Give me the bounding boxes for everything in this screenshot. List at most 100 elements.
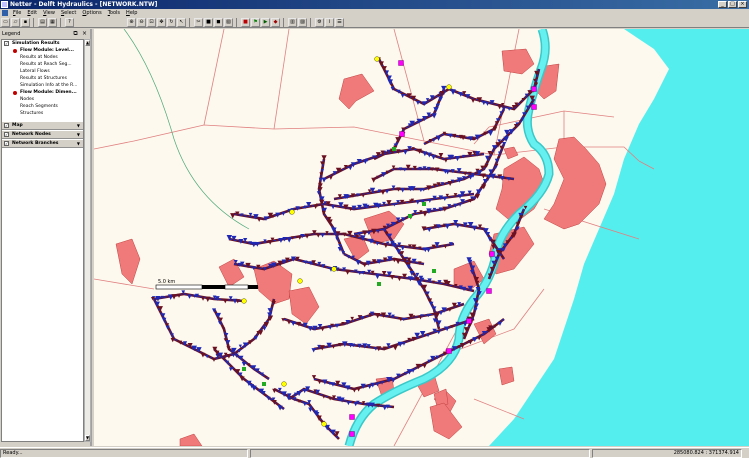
print-icon[interactable]: ▦ [48, 17, 57, 27]
stop-icon[interactable]: ■ [241, 17, 250, 27]
legend-item-label: Results at Nodes [20, 55, 58, 60]
legend-item-label: Simulation Results [12, 41, 60, 46]
menu-file[interactable]: File [10, 10, 24, 16]
legend-item[interactable]: Reach Segments [2, 103, 83, 110]
scale-bar: 5.0 km [155, 279, 258, 290]
boundary-node [446, 84, 452, 90]
menu-help[interactable]: Help [123, 10, 140, 16]
legend-item[interactable]: Flow Module: Level... [2, 47, 83, 54]
legend-item[interactable]: Results at Reach Seg... [2, 61, 83, 68]
network-node-marker [380, 189, 386, 195]
save-icon[interactable]: ▪ [21, 17, 30, 27]
branch-edit-icon[interactable]: ◼ [214, 17, 223, 27]
legend-item[interactable]: Lateral Flows [2, 68, 83, 75]
menu-select[interactable]: Select [58, 10, 79, 16]
legend-item[interactable]: Structures [2, 110, 83, 117]
legend-item[interactable]: Results at Structures [2, 75, 83, 82]
pan-icon[interactable]: ✥ [157, 17, 166, 27]
scroll-down-icon[interactable]: ▼ [85, 435, 90, 441]
toolbar-separator [189, 17, 190, 27]
legend-scrollbar[interactable]: ▲ ▼ [84, 39, 91, 442]
network-node-marker [201, 297, 205, 301]
network-node-marker [345, 270, 350, 275]
legend-item-label: Nodes [20, 97, 35, 102]
network-node-marker [311, 348, 316, 353]
legend-item[interactable]: ✓ Simulation Results [2, 40, 83, 47]
lateral-node [262, 382, 266, 386]
network-node-marker [241, 361, 247, 367]
structure-node [466, 318, 472, 324]
structure-node [446, 348, 452, 354]
menu-tools[interactable]: Tools [105, 10, 123, 16]
network-node-marker [431, 306, 437, 312]
undock-icon[interactable]: ⧉ [72, 30, 79, 38]
menu-view[interactable]: View [40, 10, 58, 16]
legend-item[interactable]: Simulation Info at the R... [2, 82, 83, 89]
copy-icon[interactable]: ▤ [38, 17, 47, 27]
select-tool-icon[interactable]: ▧ [224, 17, 233, 27]
expand-arrow-icon[interactable]: ▼ [77, 132, 80, 137]
legend-item[interactable]: Results at Nodes [2, 54, 83, 61]
flag-icon[interactable]: ⚑ [251, 17, 260, 27]
zoom-window-icon[interactable]: ⊡ [147, 17, 156, 27]
open-icon[interactable]: ▱ [11, 17, 20, 27]
network-branch [323, 147, 485, 181]
expand-arrow-icon[interactable]: ▼ [77, 123, 80, 128]
legend-layer-label: Map [12, 123, 23, 128]
network-node-marker [371, 177, 377, 183]
lateral-node [242, 367, 246, 371]
map-view[interactable]: 5.0 km [94, 29, 749, 446]
settings-icon[interactable]: ⚙ [315, 17, 324, 27]
network-node-marker [397, 276, 402, 282]
legend-layer[interactable]: ✓ Map ▼ [2, 121, 83, 130]
document-icon[interactable] [2, 10, 8, 16]
legend-item-label: Structures [20, 111, 44, 116]
layers-icon[interactable]: ◆ [271, 17, 280, 27]
maximize-button[interactable]: □ [728, 1, 737, 8]
minimize-button[interactable]: _ [718, 1, 727, 8]
legend-close-icon[interactable]: × [81, 30, 88, 38]
coordinates-readout: 285080.824 : 371374.914 [592, 448, 742, 458]
help-icon[interactable]: ? [65, 17, 74, 27]
network-node-marker [385, 189, 389, 194]
legend-layer[interactable]: ✓ Network Branches ▼ [2, 139, 83, 148]
checkbox-icon[interactable]: ✓ [4, 123, 9, 128]
refresh-icon[interactable]: ↻ [167, 17, 176, 27]
network-node-marker [437, 330, 441, 335]
legend-item-label: Results at Structures [20, 76, 67, 81]
network-node-marker [353, 402, 358, 407]
network-node-marker [321, 177, 327, 183]
lateral-node [392, 147, 396, 151]
table-icon[interactable]: ▥ [288, 17, 297, 27]
close-button[interactable]: × [738, 1, 747, 8]
checkbox-icon[interactable]: ✓ [4, 132, 9, 137]
legend-item[interactable]: Nodes [2, 96, 83, 103]
zoom-in-icon[interactable]: ⊕ [127, 17, 136, 27]
menu-options[interactable]: Options [79, 10, 104, 16]
network-node-marker [426, 247, 431, 253]
legend-layer[interactable]: ✓ Network Nodes ▼ [2, 130, 83, 139]
scroll-up-icon[interactable]: ▲ [85, 40, 90, 46]
checkbox-icon[interactable]: ✓ [4, 141, 9, 146]
pointer-icon[interactable]: ↖ [177, 17, 186, 27]
about-icon[interactable]: ☰ [335, 17, 344, 27]
toolbar-separator [310, 17, 311, 27]
run-icon[interactable]: ▶ [261, 17, 270, 27]
network-branch-overlay [323, 148, 485, 180]
chart-icon[interactable]: ▨ [298, 17, 307, 27]
menu-edit[interactable]: Edit [24, 10, 40, 16]
info-icon[interactable]: i [325, 17, 334, 27]
zoom-out-icon[interactable]: ⊖ [137, 17, 146, 27]
network-node-marker [374, 273, 381, 280]
expand-arrow-icon[interactable]: ▼ [77, 141, 80, 146]
new-icon[interactable]: ▭ [1, 17, 10, 27]
network-node-marker [361, 194, 365, 198]
legend-item[interactable]: Flow Module: Dimen... [2, 89, 83, 96]
legend-item-label: Flow Module: Level... [20, 48, 74, 53]
scissors-icon[interactable]: ✂ [194, 17, 203, 27]
node-edit-icon[interactable]: ■ [204, 17, 213, 27]
toolbar-separator [283, 17, 284, 27]
checkbox-icon[interactable]: ✓ [4, 41, 9, 46]
network-node-marker [471, 98, 476, 103]
network-branch [313, 317, 505, 391]
